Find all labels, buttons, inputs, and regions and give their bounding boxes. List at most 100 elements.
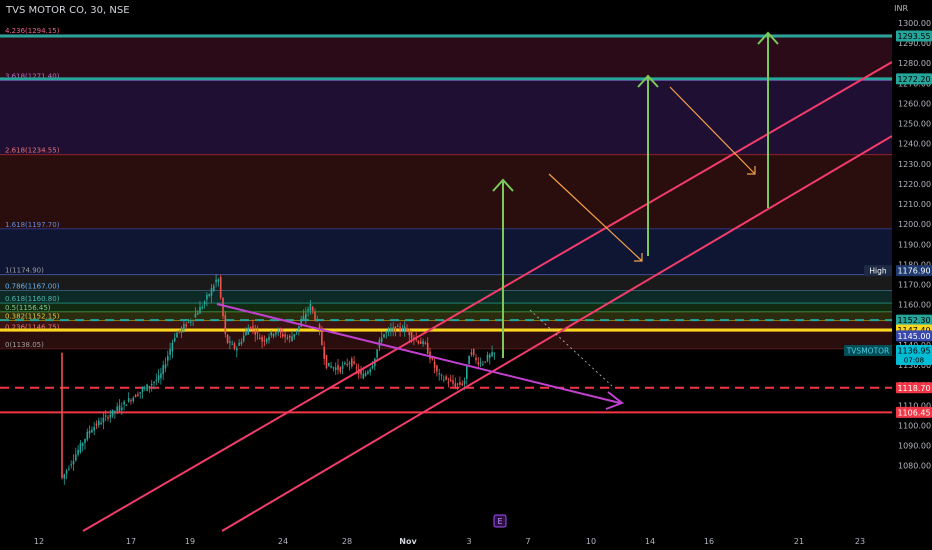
candle-body [81,443,84,446]
chart-title: TVS MOTOR CO, 30, NSE [6,5,130,16]
candle-body [65,470,68,474]
price-axis-tick: 1100.00 [898,421,931,430]
time-axis-tick: 12 [34,537,44,546]
candle-body [245,330,247,336]
candle-body [123,401,125,405]
candle-body [199,307,201,314]
candle-body [201,306,204,309]
candle-body [399,327,401,331]
fib-level-label: 4.236(1294.15) [5,27,60,35]
candle-body [328,362,330,367]
fib-zone [0,228,892,275]
candle-body [454,383,457,387]
candle-body [68,468,70,470]
candle-body [482,363,484,365]
candle-body [187,321,190,323]
price-axis-tick: 1190.00 [898,240,931,249]
earnings-marker-label: E [497,517,502,526]
candle-body [72,460,75,465]
candle-body [486,354,489,362]
candle-body [210,288,213,296]
candle-body [334,367,337,371]
candle-body [311,306,314,311]
candle-body [298,326,300,330]
fib-level-label: 1.618(1197.70) [5,221,60,229]
time-axis-tick: 28 [342,537,352,546]
time-axis-tick: 17 [126,537,136,546]
candle-body [436,365,438,372]
price-axis-tick: 1300.00 [898,19,931,28]
time-axis-tick: 23 [855,537,865,546]
chart-window: 0(1138.05) 0.236(1146.75) 0.382(1152.15) 0.… [0,0,932,550]
fib-zone [0,274,892,291]
fib-level-label: 0.786(1167.00) [5,283,60,291]
candle-body [470,352,473,355]
candle-body [305,313,307,319]
candle-body [422,341,424,345]
candle-body [224,314,227,334]
candle-body [337,365,339,370]
candle-body [445,376,447,380]
candle-body [362,373,365,379]
candle-body [259,337,261,340]
candle-body [111,409,114,416]
candle-body [118,405,121,412]
candle-body [475,357,477,361]
candle-body [196,312,199,315]
candle-body [93,426,95,431]
candle-body [275,332,277,335]
candle-body [321,332,323,346]
fib-zone [0,80,892,155]
price-axis-tick: 1280.00 [898,59,931,68]
candle-body [180,327,183,333]
price-chart[interactable]: 0(1138.05)0.236(1146.75)0.382(1152.15)0.… [0,0,932,550]
candle-body [134,395,137,398]
candle-body [167,355,169,361]
candle-body [148,386,151,389]
candle-body [203,301,206,305]
candle-body [461,383,463,386]
candle-body [208,294,210,296]
candle-body [484,361,486,363]
fib-level-label: 0.618(1160.80) [5,295,60,303]
price-axis-label: 1136.95 [897,347,930,356]
candle-body [279,330,282,333]
candle-body [314,312,316,320]
candle-body [194,313,197,318]
candle-body [256,329,259,334]
candle-body [261,337,263,342]
candle-body [100,422,102,425]
candle-body [217,279,220,282]
candle-body [367,371,369,374]
time-axis-tick: 24 [278,537,288,546]
candle-body [240,341,243,344]
candle-body [353,361,355,364]
candle-body [86,431,89,440]
candle-body [479,362,482,364]
candle-body [387,329,390,332]
candle-body [160,373,162,379]
candle-body [355,367,358,369]
candle-body [459,382,461,385]
candle-body [263,340,266,342]
candle-body [139,392,141,394]
candle-body [215,279,217,283]
candle-body [109,414,112,418]
price-axis-label: 1272.20 [897,75,930,84]
candle-body [121,407,123,411]
candle-body [150,383,153,386]
candle-body [323,346,325,359]
candle-body [98,420,100,425]
candle-body [137,394,139,396]
price-axis-label: 1293.55 [897,32,930,41]
fib-zone [0,290,892,304]
candle-body [70,464,72,466]
time-axis-tick: 3 [466,537,471,546]
fib-zone [0,154,892,229]
time-axis-tick: 19 [185,537,195,546]
candle-body [79,443,82,453]
candle-body [392,327,394,332]
candle-body [277,330,279,333]
candle-body [403,326,406,332]
candle-body [190,321,192,323]
